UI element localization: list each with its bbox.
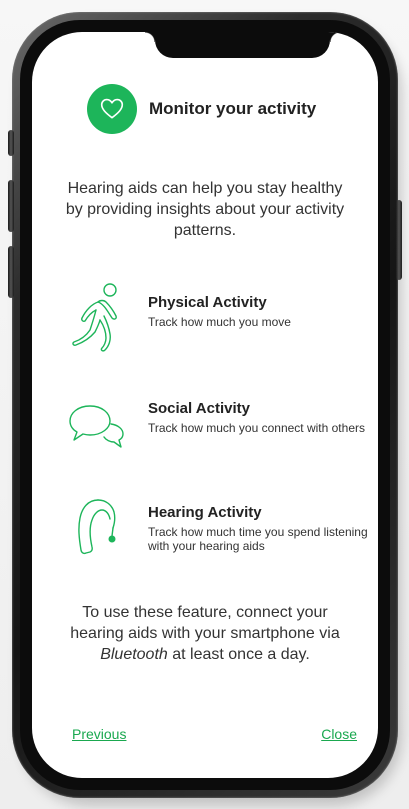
- previous-link[interactable]: Previous: [72, 726, 126, 742]
- feature-description: Track how much you move: [148, 315, 291, 329]
- phone-notch: [145, 32, 330, 58]
- page-header: Monitor your activity: [87, 84, 316, 134]
- heart-icon: [87, 84, 137, 134]
- walking-person-icon: [68, 282, 128, 352]
- feature-title: Hearing Activity: [148, 504, 262, 521]
- speech-bubbles-icon: [68, 388, 128, 458]
- phone-side-button: [396, 200, 402, 280]
- intro-text: Hearing aids can help you stay healthy b…: [65, 180, 345, 239]
- bluetooth-note: To use these feature, connect your heari…: [58, 602, 352, 665]
- feature-physical-activity: Physical Activity Track how much you mov…: [68, 282, 368, 362]
- phone-side-button: [8, 130, 14, 156]
- hearing-aid-icon: [68, 492, 128, 562]
- bluetooth-note-text: To use these feature, connect your heari…: [70, 604, 340, 642]
- feature-text: Hearing Activity Track how much time you…: [148, 492, 368, 553]
- feature-title: Physical Activity: [148, 294, 267, 311]
- page-title: Monitor your activity: [149, 99, 317, 118]
- phone-side-button: [8, 246, 14, 298]
- feature-hearing-activity: Hearing Activity Track how much time you…: [68, 492, 368, 572]
- feature-text: Social Activity Track how much you conne…: [148, 388, 368, 435]
- feature-social-activity: Social Activity Track how much you conne…: [68, 388, 368, 468]
- phone-screen: Monitor your activity Hearing aids can h…: [32, 32, 378, 778]
- feature-text: Physical Activity Track how much you mov…: [148, 282, 368, 329]
- bluetooth-term: Bluetooth: [100, 646, 168, 663]
- feature-title: Social Activity: [148, 400, 250, 417]
- bluetooth-note-text: at least once a day.: [167, 646, 310, 663]
- close-link[interactable]: Close: [321, 726, 357, 742]
- device-stage: Monitor your activity Hearing aids can h…: [0, 0, 409, 809]
- feature-description: Track how much time you spend listening …: [148, 525, 368, 553]
- phone-side-button: [8, 180, 14, 232]
- feature-description: Track how much you connect with others: [148, 421, 365, 435]
